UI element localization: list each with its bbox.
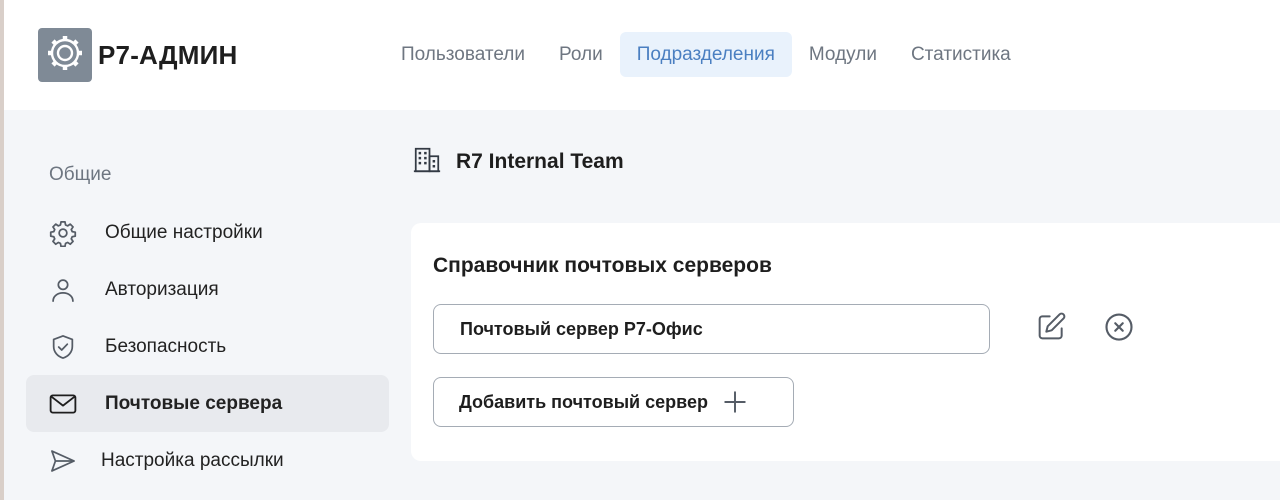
- edit-icon: [1035, 311, 1067, 348]
- sidebar-item-authorization[interactable]: Авторизация: [26, 261, 389, 318]
- gear-icon: [43, 31, 87, 80]
- shield-check-icon: [49, 333, 77, 361]
- card-title: Справочник почтовых серверов: [433, 254, 772, 277]
- sidebar-item-label: Настройка рассылки: [101, 449, 284, 471]
- add-mail-server-button[interactable]: Добавить почтовый сервер: [433, 377, 794, 427]
- nav-roles[interactable]: Роли: [542, 32, 620, 77]
- close-circle-icon: [1104, 312, 1134, 347]
- nav-statistics[interactable]: Статистика: [894, 32, 1028, 77]
- settings-sidebar: Общие Общие настройки Авторизация Безопа…: [0, 110, 400, 500]
- sidebar-item-general-settings[interactable]: Общие настройки: [26, 204, 389, 261]
- sidebar-item-mail-servers[interactable]: Почтовые сервера: [26, 375, 389, 432]
- sidebar-item-label: Почтовые сервера: [105, 392, 283, 414]
- top-header: Р7-АДМИН Пользователи Роли Подразделения…: [4, 0, 1280, 110]
- nav-users[interactable]: Пользователи: [384, 32, 542, 77]
- gear-icon: [49, 219, 77, 247]
- app-logo[interactable]: [38, 28, 92, 82]
- nav-departments[interactable]: Подразделения: [619, 32, 792, 77]
- delete-server-button[interactable]: [1101, 311, 1137, 347]
- add-button-label: Добавить почтовый сервер: [459, 391, 708, 412]
- sidebar-item-label: Авторизация: [105, 278, 219, 300]
- edit-server-button[interactable]: [1033, 311, 1069, 347]
- app-brand-name: Р7-АДМИН: [98, 40, 238, 70]
- sidebar-item-label: Безопасность: [105, 335, 227, 357]
- organization-header: R7 Internal Team: [412, 146, 624, 178]
- mail-servers-card: Справочник почтовых серверов Почтовый се…: [411, 223, 1280, 461]
- mail-server-item[interactable]: Почтовый сервер Р7-Офис: [433, 304, 990, 354]
- organization-name: R7 Internal Team: [456, 150, 624, 173]
- nav-modules[interactable]: Модули: [792, 32, 894, 77]
- plus-icon: [722, 389, 748, 415]
- sidebar-item-label: Общие настройки: [105, 221, 263, 243]
- user-icon: [49, 276, 77, 304]
- send-icon: [49, 447, 77, 475]
- main-nav: Пользователи Роли Подразделения Модули С…: [384, 32, 1028, 77]
- sidebar-item-mailing-settings[interactable]: Настройка рассылки: [26, 432, 389, 489]
- sidebar-section-title: Общие: [49, 164, 112, 185]
- sidebar-item-security[interactable]: Безопасность: [26, 318, 389, 375]
- building-icon: [412, 145, 442, 180]
- envelope-icon: [49, 390, 77, 418]
